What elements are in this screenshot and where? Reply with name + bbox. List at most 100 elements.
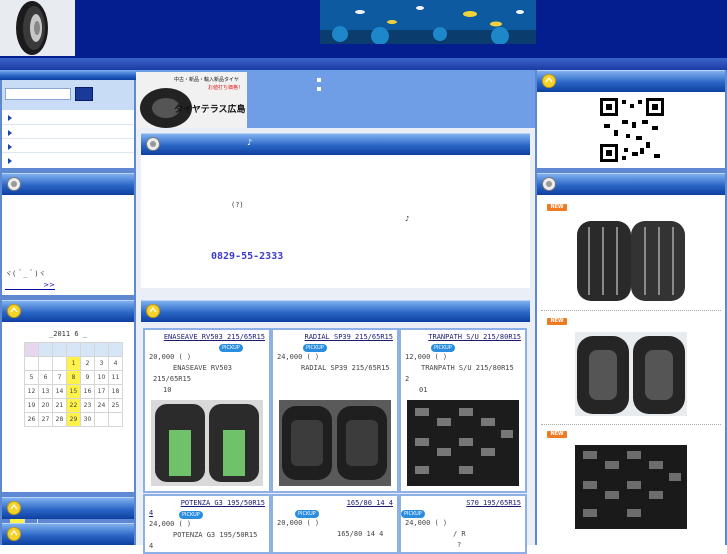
shop-header: 中古・新品・輸入新品タイヤ お値打ち価格！ タイヤテラス広島: [136, 70, 535, 128]
arrow-right-icon: [8, 144, 12, 150]
left-section2-header: [2, 173, 134, 195]
lemon-icon: [7, 304, 21, 318]
product-card[interactable]: TRANPATH S/U 215/80R15 PICKUP 12,000 ( )…: [399, 328, 527, 493]
product-card[interactable]: S70 195/65R15 PICKUP 24,000 ( ) / R ?: [399, 494, 527, 554]
product-card[interactable]: RADIAL SP39 215/65R15 PICKUP 24,000 ( ) …: [271, 328, 399, 493]
left-section2-body: ヾ(＾_＾)ヾ >>: [2, 195, 134, 295]
calendar-day[interactable]: 15: [66, 384, 81, 399]
calendar-day[interactable]: 22: [66, 398, 81, 413]
products-header: [141, 300, 530, 322]
product-desc-1: RADIAL SP39 215/65R15: [301, 364, 390, 372]
product-title[interactable]: RADIAL SP39 215/65R15: [273, 330, 397, 342]
product-card[interactable]: ENASEAVE RV503 215/65R15 PICKUP 20,000 (…: [143, 328, 271, 493]
left-section5-header: [2, 523, 134, 545]
calendar-day: 9: [80, 370, 95, 385]
product-desc-1: 165/80 14 4: [337, 530, 384, 538]
main-content: 中古・新品・輸入新品タイヤ お値打ち価格！ タイヤテラス広島 ♪ (?) ♪ 0…: [136, 70, 535, 554]
product-desc-1: TRANPATH S/U 215/80R15: [421, 364, 514, 372]
calendar-day: 23: [80, 398, 95, 413]
new-tire-image[interactable]: [575, 332, 687, 416]
calendar-day: 17: [94, 384, 109, 399]
product-title[interactable]: 165/80 14 4: [273, 496, 397, 508]
shop-name: タイヤテラス広島: [174, 105, 246, 115]
product-price: 24,000 ( ): [149, 520, 192, 528]
product-price: 20,000 ( ): [149, 353, 192, 361]
calendar-day: 6: [38, 370, 53, 385]
left-section4-header: [2, 497, 134, 519]
shop-banner[interactable]: 中古・新品・輸入新品タイヤ お値打ち価格！ タイヤテラス広島: [136, 72, 247, 128]
calendar-day[interactable]: 8: [66, 370, 81, 385]
product-card[interactable]: POTENZA G3 195/50R15 4 PICKUP 24,000 ( )…: [143, 494, 271, 554]
product-desc-2: 2: [405, 375, 410, 383]
aquarium-banner: [320, 0, 536, 44]
new-arrivals-header: [537, 173, 725, 195]
arrow-right-icon: [8, 115, 12, 121]
calendar-day: 4: [108, 356, 123, 371]
calendar-day: [108, 412, 123, 427]
tire-tread-image: [575, 445, 687, 529]
product-title[interactable]: POTENZA G3 195/50R15: [145, 496, 269, 508]
product-image[interactable]: [279, 400, 391, 486]
calendar-day: 13: [38, 384, 53, 399]
calendar-day: 25: [108, 398, 123, 413]
search-box: [2, 80, 134, 110]
pickup-row: PICKUP: [145, 509, 269, 519]
pickup-badge: PICKUP: [295, 510, 319, 518]
calendar-table: 1234 5 6 7 8 9 10 11 12 13 14 15 16 17 18 19 20 21 22 23…: [24, 342, 123, 427]
calendar-day: 2: [80, 356, 95, 371]
phone-number[interactable]: 0829-55-2333: [211, 251, 283, 262]
qr-code-image[interactable]: [600, 98, 664, 162]
calendar-day: 30: [80, 412, 95, 427]
nav-item-2[interactable]: [2, 125, 134, 139]
nav-item-3[interactable]: [2, 139, 134, 153]
product-desc-2: 4: [149, 542, 154, 550]
arrow-right-icon: [8, 130, 12, 136]
pickup-row: PICKUP: [273, 508, 397, 518]
nav-item-4[interactable]: [2, 153, 134, 167]
search-input[interactable]: [5, 88, 71, 100]
pickup-badge: PICKUP: [219, 344, 243, 352]
new-tire-image[interactable]: [575, 445, 687, 529]
new-tire-image[interactable]: [575, 219, 687, 303]
product-title[interactable]: ENASEAVE RV503 215/65R15: [145, 330, 269, 342]
product-title[interactable]: TRANPATH S/U 215/80R15: [401, 330, 525, 342]
calendar-day: 27: [38, 412, 53, 427]
calendar-day: 14: [52, 384, 67, 399]
product-image[interactable]: [407, 400, 519, 486]
tire-pair-image: [279, 400, 391, 486]
divider: [541, 310, 721, 311]
lemon-icon: [542, 74, 556, 88]
product-title[interactable]: S70 195/65R15: [401, 496, 525, 508]
intro-header: ♪: [141, 133, 530, 155]
new-badge: NEW: [547, 204, 567, 211]
lemon-icon: [146, 304, 160, 318]
calendar-day: 26: [24, 412, 39, 427]
calendar-day[interactable]: 29: [66, 412, 81, 427]
calendar-day: 20: [38, 398, 53, 413]
product-card[interactable]: 165/80 14 4 PICKUP 20,000 ( ) 165/80 14 …: [271, 494, 399, 554]
calendar-row: 12 13 14 15 16 17 18: [24, 384, 123, 399]
product-price: 24,000 ( ): [405, 519, 448, 527]
calendar-day: [94, 412, 109, 427]
product-desc-1: / R: [453, 530, 466, 538]
calendar-day[interactable]: 1: [66, 356, 81, 371]
dot-icon: [317, 78, 321, 82]
tire-pair-image: [575, 219, 687, 303]
pickup-row: PICKUP: [401, 508, 525, 518]
search-button[interactable]: [75, 87, 93, 101]
tire-logo[interactable]: [0, 0, 75, 56]
product-image[interactable]: [151, 400, 263, 486]
product-desc-3: 10: [163, 386, 172, 394]
calendar-day: 28: [52, 412, 67, 427]
aquarium-fish-banner: [320, 0, 536, 44]
more-link[interactable]: >>: [5, 281, 55, 290]
lemon-icon: [7, 501, 21, 515]
nav-item-1[interactable]: [2, 110, 134, 125]
new-arrivals-panel: NEW NEW NEW: [537, 195, 725, 545]
tire-pair-image: [575, 332, 687, 416]
left-sidebar: ヾ(＾_＾)ヾ >> _2011 6 _ 1234 5 6 7 8 9 10 11 12 13…: [0, 70, 136, 545]
nav-list: [2, 110, 134, 168]
product-desc-1: POTENZA G3 195/50R15: [173, 531, 258, 539]
pickup-badge: PICKUP: [431, 344, 455, 352]
calendar-row: 19 20 21 22 23 24 25: [24, 398, 123, 413]
